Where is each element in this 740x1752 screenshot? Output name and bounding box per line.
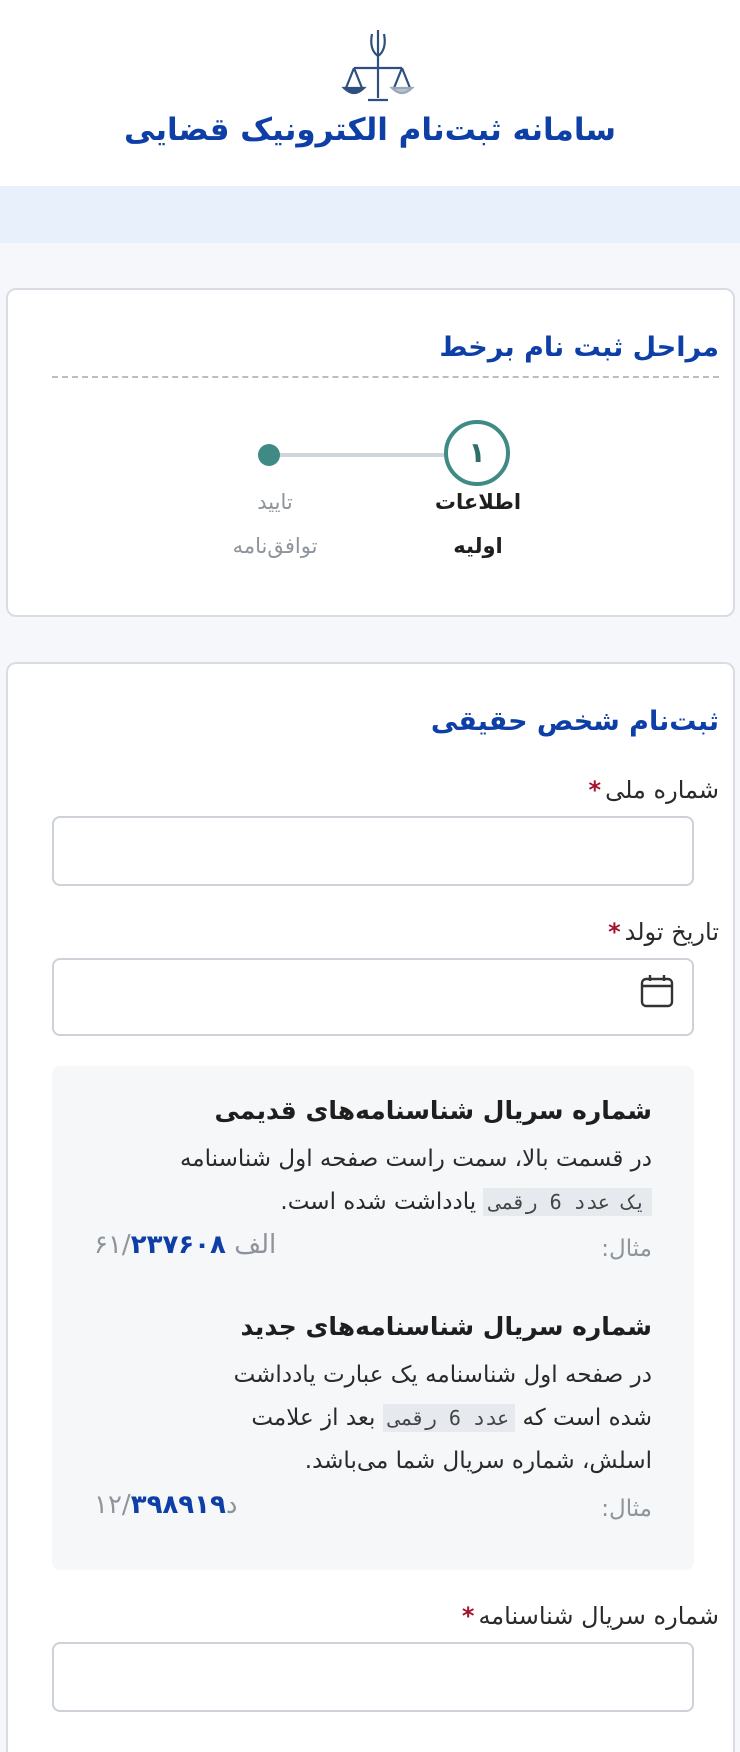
site-title: سامانه ثبت‌نام الکترونیک قضایی <box>124 112 616 148</box>
serial-number-input[interactable] <box>52 1642 694 1712</box>
birth-date-label: تاریخ تولد* <box>608 918 719 946</box>
old-serial-title: شماره سریال شناسنامه‌های قدیمی <box>214 1096 652 1125</box>
old-example-number: ۲۳۷۶۰۸ <box>130 1230 226 1260</box>
national-id-label: شماره ملی* <box>589 776 719 804</box>
site-header: سامانه ثبت‌نام الکترونیک قضایی <box>0 0 740 186</box>
judiciary-emblem-icon <box>341 30 415 102</box>
required-mark: * <box>461 1602 475 1630</box>
new-serial-example: ۱۲/د۳۹۸۹۱۹ <box>94 1490 238 1520</box>
new-serial-description: در صفحه اول شناسنامه یک عبارت یادداشت شد… <box>92 1354 652 1483</box>
example-label: مثال: <box>601 1496 652 1522</box>
required-mark: * <box>608 918 621 946</box>
dashed-divider <box>52 376 719 378</box>
step-1-label-line2: اولیه <box>453 534 503 558</box>
registration-form-card: ثبت‌نام شخص حقیقی شماره ملی* تاریخ تولد*… <box>6 662 735 1752</box>
old-serial-text-2: یادداشت شده است. <box>280 1189 477 1215</box>
serial-label-text: شماره سریال شناسنامه <box>478 1602 719 1630</box>
step-2-label: تایید توافق‌نامه <box>208 480 342 568</box>
step-2-label-line1: تایید <box>257 490 293 514</box>
serial-help-box: شماره سریال شناسنامه‌های قدیمی در قسمت ب… <box>52 1066 694 1570</box>
new-serial-text-2b: بعد از علامت <box>251 1405 376 1431</box>
new-serial-text-3: اسلش، شماره سریال شما می‌باشد. <box>304 1448 652 1474</box>
calendar-icon[interactable] <box>640 974 674 1008</box>
old-serial-description: در قسمت بالا، سمت راست صفحه اول شناسنامه… <box>92 1138 652 1224</box>
national-id-input[interactable] <box>52 816 694 886</box>
step-1-label-line1: اطلاعات <box>434 490 522 514</box>
step-connector <box>270 453 448 457</box>
old-serial-text-1: در قسمت بالا، سمت راست صفحه اول شناسنامه <box>179 1146 652 1172</box>
old-serial-example: ۶۱/الف ۲۳۷۶۰۸ <box>94 1230 276 1260</box>
national-id-label-text: شماره ملی <box>605 776 719 804</box>
new-serial-title: شماره سریال شناسنامه‌های جدید <box>240 1312 652 1341</box>
birth-date-input[interactable] <box>52 958 694 1036</box>
example-label: مثال: <box>601 1236 652 1262</box>
registration-steps-card: مراحل ثبت نام برخط ۱ اطلاعات اولیه تایید… <box>6 288 735 617</box>
step-1-indicator: ۱ <box>444 420 510 486</box>
step-2-label-line2: توافق‌نامه <box>232 534 318 558</box>
form-title: ثبت‌نام شخص حقیقی <box>430 706 719 737</box>
new-serial-text-1: در صفحه اول شناسنامه یک عبارت یادداشت <box>233 1362 652 1388</box>
step-2-indicator <box>258 444 280 466</box>
step-1-label: اطلاعات اولیه <box>416 480 540 568</box>
serial-label: شماره سریال شناسنامه* <box>462 1602 719 1630</box>
birth-date-label-text: تاریخ تولد <box>624 918 719 946</box>
notice-banner <box>0 186 740 243</box>
steps-title: مراحل ثبت نام برخط <box>439 332 719 363</box>
required-mark: * <box>588 776 602 804</box>
new-serial-text-line2: شده است که عدد 6 رقمی بعد از علامت <box>92 1397 652 1440</box>
new-serial-text-2a: شده است که <box>522 1405 652 1431</box>
new-example-number: ۳۹۸۹۱۹ <box>130 1490 226 1520</box>
new-serial-code: عدد 6 رقمی <box>382 1404 516 1432</box>
old-serial-code: یک عدد 6 رقمی <box>483 1188 652 1216</box>
old-serial-text-line2: یک عدد 6 رقمی یادداشت شده است. <box>92 1181 652 1224</box>
